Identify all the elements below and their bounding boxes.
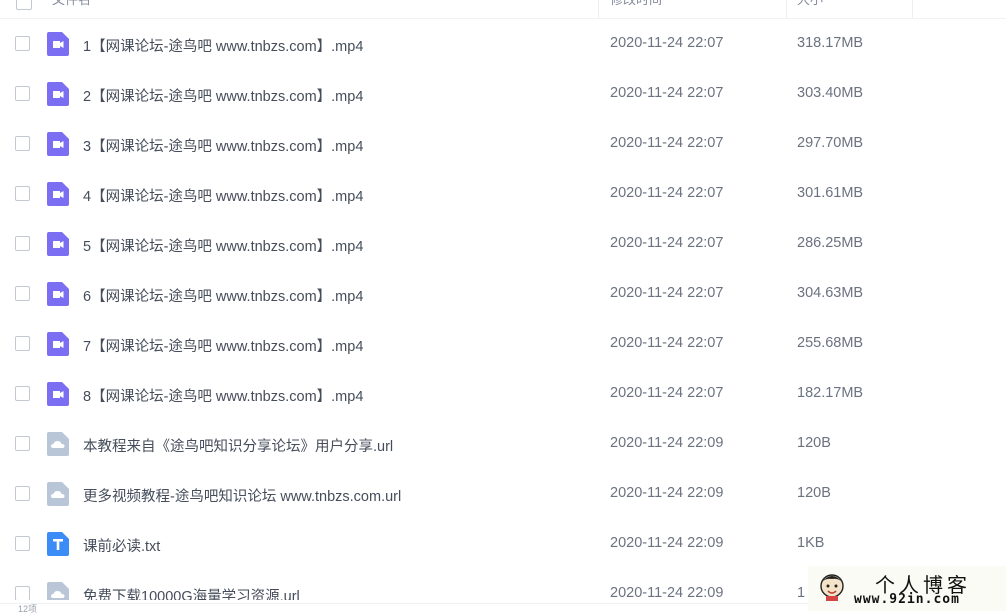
column-divider[interactable]: [912, 0, 913, 18]
column-divider[interactable]: [786, 0, 787, 18]
file-size: 301.61MB: [797, 185, 864, 201]
file-modified-date: 2020-11-24 22:09: [610, 435, 724, 451]
file-row[interactable]: 5【网课论坛-途鸟吧 www.tnbzs.com】.mp4 2020-11-24 …: [0, 220, 1006, 270]
file-name[interactable]: 免费下载10000G海量学习资源.url: [83, 585, 300, 600]
file-modified-date: 2020-11-24 22:09: [610, 535, 724, 551]
file-name[interactable]: 本教程来自《途鸟吧知识分享论坛》用户分享.url: [83, 435, 393, 456]
file-size: 1KB: [797, 535, 825, 551]
video-file-icon: [47, 82, 69, 106]
cartoon-avatar-icon: [820, 574, 844, 601]
video-file-icon: [47, 132, 69, 156]
video-file-icon: [47, 382, 69, 406]
row-checkbox[interactable]: [15, 86, 30, 101]
file-modified-date: 2020-11-24 22:07: [610, 35, 724, 51]
column-header-date[interactable]: 修改时间: [610, 0, 662, 18]
link-file-icon: [47, 582, 69, 600]
column-header-name[interactable]: 文件名: [52, 0, 91, 18]
file-modified-date: 2020-11-24 22:07: [610, 135, 724, 151]
file-name[interactable]: 1【网课论坛-途鸟吧 www.tnbzs.com】.mp4: [83, 35, 363, 56]
file-size: 318.17MB: [797, 35, 864, 51]
file-size: 255.68MB: [797, 335, 864, 351]
file-modified-date: 2020-11-24 22:07: [610, 285, 724, 301]
video-file-icon: [47, 232, 69, 256]
file-size: 120B: [797, 435, 831, 451]
file-name[interactable]: 4【网课论坛-途鸟吧 www.tnbzs.com】.mp4: [83, 185, 363, 206]
row-checkbox[interactable]: [15, 36, 30, 51]
file-row[interactable]: 本教程来自《途鸟吧知识分享论坛》用户分享.url 2020-11-24 22:09…: [0, 420, 1006, 470]
file-modified-date: 2020-11-24 22:09: [610, 485, 724, 501]
file-row[interactable]: 更多视频教程-途鸟吧知识论坛 www.tnbzs.com.url 2020-11-…: [0, 470, 1006, 520]
file-row[interactable]: 3【网课论坛-途鸟吧 www.tnbzs.com】.mp4 2020-11-24 …: [0, 120, 1006, 170]
file-size: 182.17MB: [797, 385, 864, 401]
row-checkbox[interactable]: [15, 586, 30, 600]
file-size: 303.40MB: [797, 85, 864, 101]
video-file-icon: [47, 32, 69, 56]
row-checkbox[interactable]: [15, 336, 30, 351]
file-list-header: 文件名 ↑ 修改时间 大小: [0, 0, 1006, 19]
file-modified-date: 2020-11-24 22:07: [610, 335, 724, 351]
file-name[interactable]: 2【网课论坛-途鸟吧 www.tnbzs.com】.mp4: [83, 85, 363, 106]
video-file-icon: [47, 282, 69, 306]
column-divider[interactable]: [598, 0, 599, 18]
row-checkbox[interactable]: [15, 536, 30, 551]
file-list: 1【网课论坛-途鸟吧 www.tnbzs.com】.mp4 2020-11-24 …: [0, 20, 1006, 600]
file-row[interactable]: 课前必读.txt 2020-11-24 22:09 1KB: [0, 520, 1006, 570]
file-modified-date: 2020-11-24 22:07: [610, 235, 724, 251]
file-row[interactable]: 6【网课论坛-途鸟吧 www.tnbzs.com】.mp4 2020-11-24 …: [0, 270, 1006, 320]
file-modified-date: 2020-11-24 22:09: [610, 585, 724, 600]
txt-file-icon: [47, 532, 69, 556]
file-row[interactable]: 7【网课论坛-途鸟吧 www.tnbzs.com】.mp4 2020-11-24 …: [0, 320, 1006, 370]
file-name[interactable]: 8【网课论坛-途鸟吧 www.tnbzs.com】.mp4: [83, 385, 363, 406]
file-row[interactable]: 8【网课论坛-途鸟吧 www.tnbzs.com】.mp4 2020-11-24 …: [0, 370, 1006, 420]
column-header-size[interactable]: 大小: [797, 0, 823, 18]
row-checkbox[interactable]: [15, 386, 30, 401]
file-size: 304.63MB: [797, 285, 864, 301]
file-name[interactable]: 3【网课论坛-途鸟吧 www.tnbzs.com】.mp4: [83, 135, 363, 156]
row-checkbox[interactable]: [15, 186, 30, 201]
file-size: 1: [797, 585, 806, 600]
file-name[interactable]: 更多视频教程-途鸟吧知识论坛 www.tnbzs.com.url: [83, 485, 401, 506]
file-modified-date: 2020-11-24 22:07: [610, 385, 724, 401]
row-checkbox[interactable]: [15, 436, 30, 451]
row-checkbox[interactable]: [15, 136, 30, 151]
file-size: 297.70MB: [797, 135, 864, 151]
file-row[interactable]: 4【网课论坛-途鸟吧 www.tnbzs.com】.mp4 2020-11-24 …: [0, 170, 1006, 220]
video-file-icon: [47, 332, 69, 356]
file-name[interactable]: 课前必读.txt: [83, 535, 160, 556]
row-checkbox[interactable]: [15, 486, 30, 501]
file-size: 120B: [797, 485, 831, 501]
file-name[interactable]: 5【网课论坛-途鸟吧 www.tnbzs.com】.mp4: [83, 235, 363, 256]
row-checkbox[interactable]: [15, 236, 30, 251]
watermark-url: www.92in.com: [854, 592, 960, 607]
file-name[interactable]: 7【网课论坛-途鸟吧 www.tnbzs.com】.mp4: [83, 335, 363, 356]
file-count: 12项: [18, 604, 38, 614]
file-size: 286.25MB: [797, 235, 864, 251]
file-row[interactable]: 2【网课论坛-途鸟吧 www.tnbzs.com】.mp4 2020-11-24 …: [0, 70, 1006, 120]
link-file-icon: [47, 482, 69, 506]
link-file-icon: [47, 432, 69, 456]
file-modified-date: 2020-11-24 22:07: [610, 185, 724, 201]
sort-arrow-icon[interactable]: ↑: [582, 0, 588, 8]
row-checkbox[interactable]: [15, 286, 30, 301]
watermark: 个人博客 www.92in.com: [808, 566, 1006, 611]
file-row[interactable]: 1【网课论坛-途鸟吧 www.tnbzs.com】.mp4 2020-11-24 …: [0, 20, 1006, 70]
file-name[interactable]: 6【网课论坛-途鸟吧 www.tnbzs.com】.mp4: [83, 285, 363, 306]
file-modified-date: 2020-11-24 22:07: [610, 85, 724, 101]
video-file-icon: [47, 182, 69, 206]
select-all-checkbox[interactable]: [16, 0, 32, 10]
